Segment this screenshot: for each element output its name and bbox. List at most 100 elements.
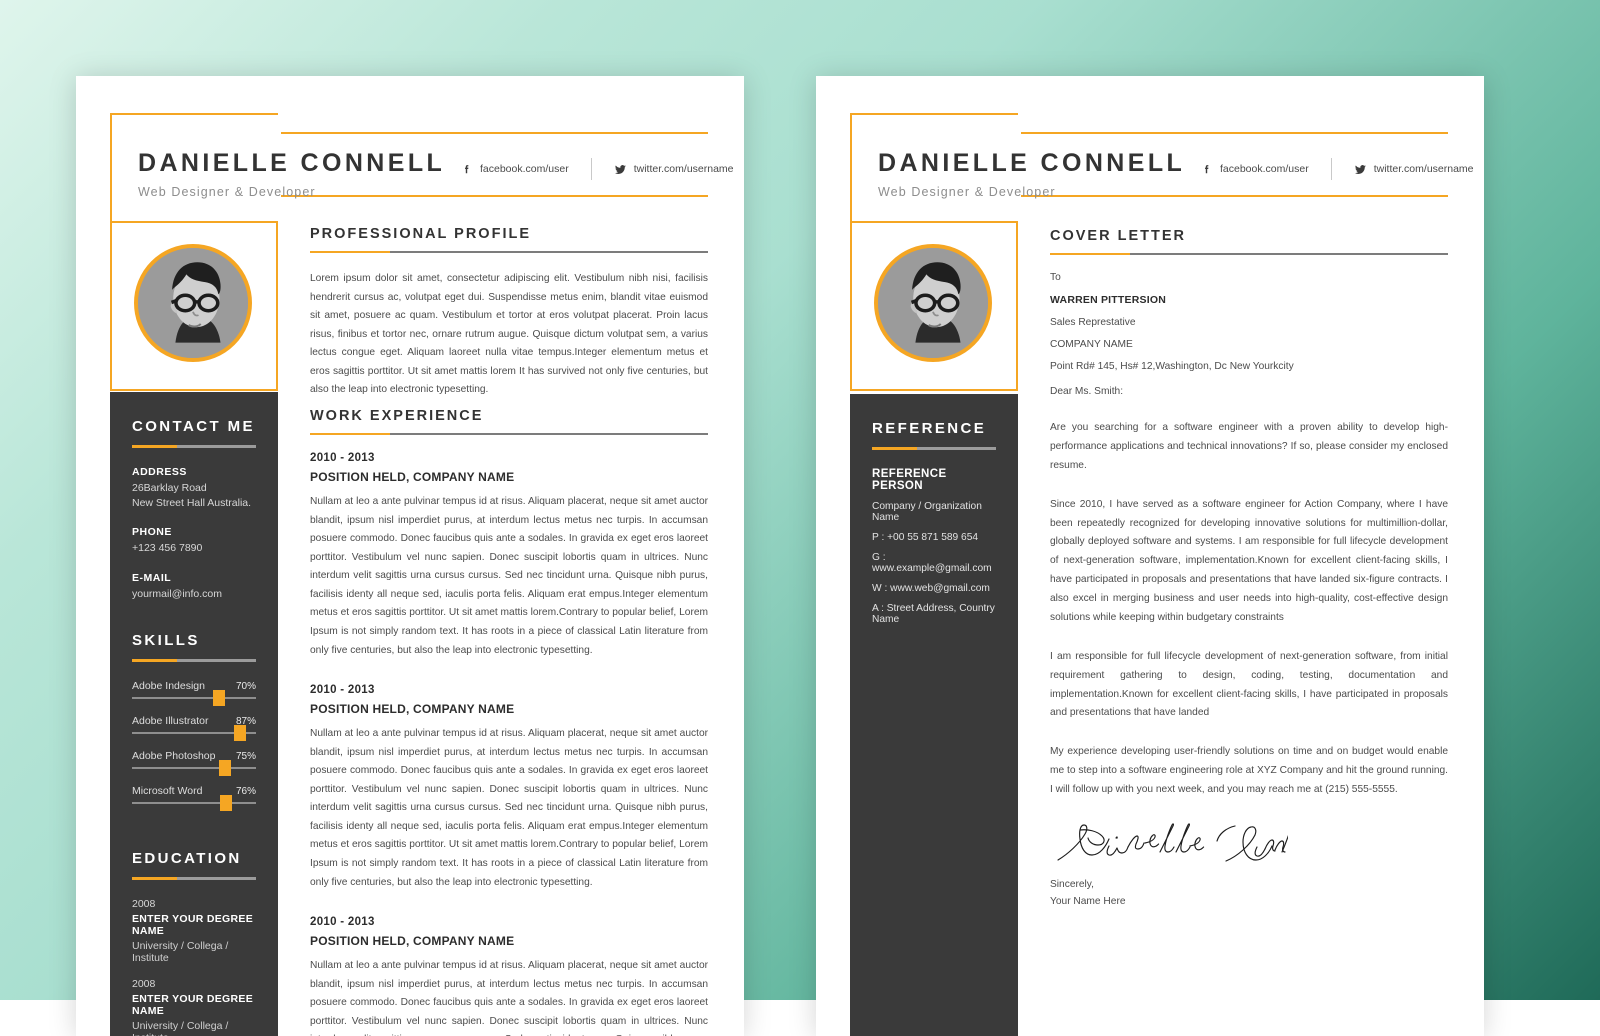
resume-sidebar: CONTACT ME ADDRESS 26Barklay Road New St…	[110, 392, 278, 1036]
skill-item: Microsoft Word 76%	[132, 785, 256, 811]
skills-rule	[132, 658, 256, 662]
experience-item: 2010 - 2013 POSITION HELD, COMPANY NAME Nu…	[310, 684, 708, 892]
education-degree: ENTER YOUR DEGREE NAME	[132, 912, 254, 937]
skill-item: Adobe Photoshop 75%	[132, 750, 256, 776]
facebook-link-right[interactable]: facebook.com/user	[1200, 163, 1309, 176]
education-school: University / Collega / Institute	[132, 1019, 229, 1036]
education-rule	[132, 876, 256, 880]
recipient-to-label: To	[1050, 272, 1061, 283]
email-value: yourmail@info.com	[132, 587, 223, 600]
skill-item: Adobe Illustrator 87%	[132, 715, 256, 741]
letter-paragraph: Are you searching for a software enginee…	[1050, 422, 1448, 471]
email-label: E-MAIL	[132, 571, 172, 584]
reference-heading: REFERENCE	[872, 420, 987, 437]
skill-knob[interactable]	[219, 759, 231, 776]
name-block-right: DANIELLE CONNELL Web Designer & Develope…	[878, 149, 1185, 199]
experience-years: 2010 - 2013	[310, 684, 375, 697]
facebook-icon	[465, 164, 469, 173]
education-year: 2008	[132, 977, 156, 990]
skill-percent: 70%	[235, 680, 256, 692]
avatar-right	[874, 244, 992, 362]
experience-title: POSITION HELD, COMPANY NAME	[310, 470, 515, 484]
contact-heading: CONTACT ME	[132, 418, 255, 435]
letter-closing-name: Your Name Here	[1050, 896, 1126, 908]
skill-track[interactable]	[132, 724, 256, 741]
recipient-title: Sales Represtative	[1050, 317, 1136, 328]
job-subtitle: Web Designer & Developer	[138, 185, 316, 199]
phone-label: PHONE	[132, 526, 172, 539]
facebook-label-right: facebook.com/user	[1220, 163, 1309, 175]
skills-heading: SKILLS	[132, 631, 200, 649]
social-links-left: facebook.com/user twitter.com/username	[460, 158, 734, 180]
address-line-1: 26Barklay Road	[132, 482, 207, 494]
reference-address: A : Street Address, Country Name	[872, 603, 995, 625]
skill-knob[interactable]	[212, 689, 225, 706]
education-school: University / Collega / Institute	[132, 939, 229, 964]
skill-percent: 75%	[235, 750, 256, 762]
skill-item: Adobe Indesign 70%	[132, 679, 256, 706]
cover-letter-section: COVER LETTER To WARREN PITTERSION Sales …	[1050, 228, 1448, 383]
reference-web: W : www.web@gmail.com	[872, 583, 990, 594]
facebook-label: facebook.com/user	[480, 163, 569, 175]
job-subtitle-right: Web Designer & Developer	[878, 185, 1056, 199]
cover-rule	[1050, 253, 1448, 255]
recipient-name: WARREN PITTERSION	[1050, 294, 1166, 306]
twitter-icon	[614, 164, 626, 174]
experience-section: WORK EXPERIENCE 2010 - 2013 POSITION HELD…	[310, 408, 708, 1036]
twitter-link-right[interactable]: twitter.com/username	[1354, 163, 1474, 176]
facebook-link[interactable]: facebook.com/user	[460, 163, 569, 176]
experience-rule	[310, 433, 708, 435]
cover-letter-page: DANIELLE CONNELL Web Designer & Develope…	[816, 76, 1484, 1036]
reference-gmail: G : www.example@gmail.com	[872, 552, 992, 574]
header-rule-top	[281, 132, 708, 134]
letter-paragraph: My experience developing user-friendly s…	[1050, 746, 1448, 795]
signature	[1050, 820, 1448, 866]
education-list: 2008 ENTER YOUR DEGREE NAME University / C…	[132, 898, 256, 1036]
skill-track[interactable]	[132, 689, 256, 706]
address-label: ADDRESS	[132, 466, 187, 478]
experience-item: 2010 - 2013 POSITION HELD, COMPANY NAME Nu…	[310, 452, 708, 660]
twitter-link[interactable]: twitter.com/username	[614, 163, 734, 176]
letter-closing: Sincerely,	[1050, 878, 1094, 890]
education-item: 2008 ENTER YOUR DEGREE NAME University / C…	[132, 898, 256, 964]
twitter-icon	[1354, 164, 1366, 174]
cover-heading: COVER LETTER	[1050, 228, 1186, 244]
profile-rule	[310, 251, 708, 253]
letter-paragraph: Since 2010, I have served as a software …	[1050, 498, 1448, 623]
education-degree: ENTER YOUR DEGREE NAME	[132, 992, 254, 1017]
name-block: DANIELLE CONNELL Web Designer & Develope…	[138, 149, 445, 199]
reference-rule	[872, 447, 996, 450]
reference-sidebar: REFERENCE REFERENCE PERSON Company / Org…	[850, 394, 1018, 1036]
page-title-right: DANIELLE CONNELL	[878, 149, 1186, 177]
contact-rule	[132, 445, 256, 448]
resume-page: DANIELLE CONNELL Web Designer & Develope…	[76, 76, 744, 1036]
avatar	[134, 244, 252, 362]
avatar-portrait	[138, 248, 248, 358]
skill-track[interactable]	[132, 759, 256, 776]
twitter-label-right: twitter.com/username	[1373, 163, 1474, 175]
profile-body: Lorem ipsum dolor sit amet, consectetur …	[310, 273, 708, 396]
signature-mark	[1057, 823, 1288, 862]
profile-heading: PROFESSIONAL PROFILE	[310, 226, 532, 242]
letter-paragraphs: Are you searching for a software enginee…	[1050, 419, 1448, 800]
skill-track[interactable]	[132, 794, 256, 811]
reference-person: REFERENCE PERSON	[872, 468, 947, 492]
skill-knob[interactable]	[233, 724, 246, 741]
phone-value: +123 456 7890	[132, 542, 203, 555]
letter-paragraph: I am responsible for full lifecycle deve…	[1050, 650, 1448, 719]
jobs-list: 2010 - 2013 POSITION HELD, COMPANY NAME Nu…	[310, 452, 708, 1036]
avatar-portrait	[878, 248, 988, 358]
skill-knob[interactable]	[220, 794, 233, 811]
experience-heading: WORK EXPERIENCE	[310, 408, 484, 424]
header-rule-top-right	[1021, 132, 1448, 134]
social-divider-right	[1330, 158, 1332, 180]
reference-phone: P : +00 55 871 589 654	[872, 532, 979, 543]
recipient-address: Point Rd# 145, Hs# 12,Washington, Dc New…	[1050, 361, 1294, 372]
profile-section: PROFESSIONAL PROFILE Lorem ipsum dolor s…	[310, 226, 708, 400]
experience-body: Nullam at leo a ante pulvinar tempus id …	[310, 960, 708, 1036]
letter-body-section: Dear Ms. Smith: Are you searching for a …	[1050, 386, 1448, 911]
skill-name: Adobe Indesign	[132, 679, 205, 692]
skills-list: Adobe Indesign 70% Adobe Illustrator 87% Ado…	[132, 679, 256, 811]
experience-years: 2010 - 2013	[310, 452, 375, 464]
letter-greeting: Dear Ms. Smith:	[1050, 386, 1124, 397]
